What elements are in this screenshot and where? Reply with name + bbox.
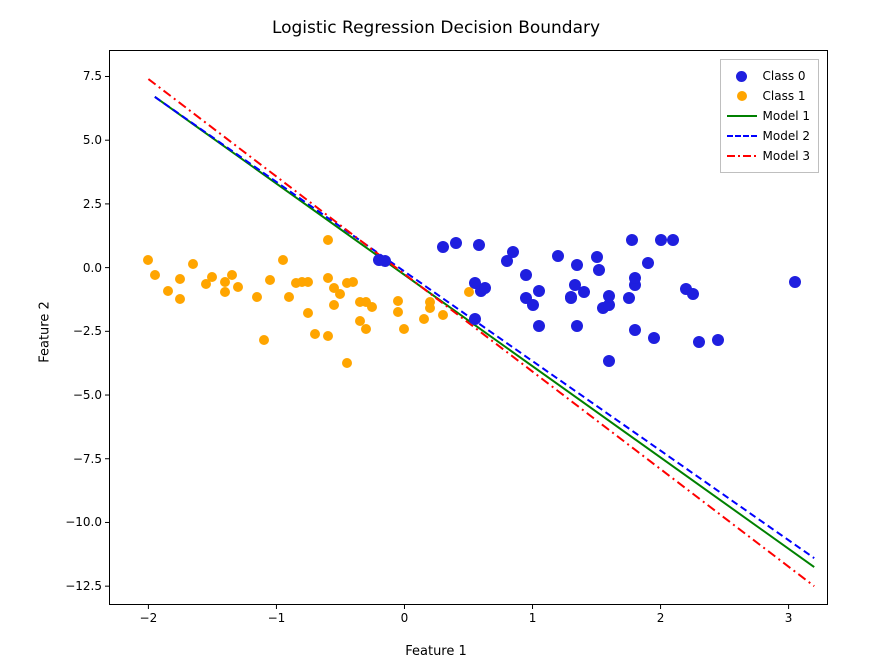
y-axis-label: Feature 2 [37, 301, 52, 363]
data-point [687, 288, 699, 300]
legend-entry: Class 1 [763, 89, 806, 103]
data-point [571, 259, 583, 271]
data-point [393, 296, 403, 306]
data-point [323, 235, 333, 245]
y-tick-label: −10.0 [62, 515, 102, 529]
figure: Logistic Regression Decision Boundary Fe… [0, 0, 872, 663]
data-point [479, 282, 491, 294]
data-point [603, 355, 615, 367]
data-point [379, 255, 391, 267]
data-point [367, 302, 377, 312]
y-tick-label: 5.0 [62, 133, 102, 147]
data-point [593, 264, 605, 276]
chart-title: Logistic Regression Decision Boundary [0, 18, 872, 38]
data-point [591, 251, 603, 263]
data-point [252, 292, 262, 302]
data-point [342, 358, 352, 368]
data-point [464, 287, 474, 297]
x-tick-label: 0 [401, 611, 409, 625]
data-point [303, 308, 313, 318]
data-point [520, 269, 532, 281]
legend: Class 0 Class 1 Model 1 Model 2 Model 3 [720, 59, 819, 173]
data-point [789, 276, 801, 288]
x-axis-label: Feature 1 [0, 644, 872, 659]
y-tick-label: −2.5 [62, 324, 102, 338]
x-tick-label: −2 [140, 611, 158, 625]
data-point [310, 329, 320, 339]
data-point [150, 270, 160, 280]
data-point [473, 239, 485, 251]
data-point [323, 331, 333, 341]
data-point [469, 313, 481, 325]
data-point [571, 320, 583, 332]
x-tick-label: 2 [657, 611, 665, 625]
data-point [642, 257, 654, 269]
legend-entry: Model 2 [763, 129, 810, 143]
data-point [603, 299, 615, 311]
data-point [533, 285, 545, 297]
data-point [450, 237, 462, 249]
data-point [565, 291, 577, 303]
data-point [655, 234, 667, 246]
y-tick-label: 7.5 [62, 69, 102, 83]
x-tick-label: 1 [529, 611, 537, 625]
data-point [175, 274, 185, 284]
data-point [207, 272, 217, 282]
data-point [220, 287, 230, 297]
y-tick-label: −12.5 [62, 579, 102, 593]
data-point [507, 246, 519, 258]
x-tick-label: −1 [268, 611, 286, 625]
y-tick-label: 2.5 [62, 197, 102, 211]
legend-entry: Class 0 [763, 69, 806, 83]
data-point [329, 300, 339, 310]
data-point [552, 250, 564, 262]
x-tick-label: 3 [785, 611, 793, 625]
y-tick-label: 0.0 [62, 261, 102, 275]
data-point [629, 272, 641, 284]
legend-entry: Model 3 [763, 149, 810, 163]
data-point [323, 273, 333, 283]
data-point [629, 324, 641, 336]
data-point [259, 335, 269, 345]
data-point [348, 277, 358, 287]
data-point [648, 332, 660, 344]
data-point [578, 286, 590, 298]
data-point [399, 324, 409, 334]
y-tick-label: −7.5 [62, 452, 102, 466]
data-point [693, 336, 705, 348]
data-point [278, 255, 288, 265]
data-point [163, 286, 173, 296]
data-point [265, 275, 275, 285]
data-point [527, 299, 539, 311]
data-point [233, 282, 243, 292]
legend-entry: Model 1 [763, 109, 810, 123]
data-point [623, 292, 635, 304]
data-point [438, 310, 448, 320]
y-tick-label: −5.0 [62, 388, 102, 402]
data-point [419, 314, 429, 324]
data-point [437, 241, 449, 253]
data-point [667, 234, 679, 246]
data-point [361, 324, 371, 334]
data-point [188, 259, 198, 269]
data-point [712, 334, 724, 346]
data-point [284, 292, 294, 302]
data-point [143, 255, 153, 265]
plot-area: Class 0 Class 1 Model 1 Model 2 Model 3 … [109, 50, 828, 605]
data-point [533, 320, 545, 332]
data-point [175, 294, 185, 304]
data-point [425, 303, 435, 313]
data-point [626, 234, 638, 246]
data-point [227, 270, 237, 280]
data-point [303, 277, 313, 287]
data-point [393, 307, 403, 317]
data-point [335, 289, 345, 299]
